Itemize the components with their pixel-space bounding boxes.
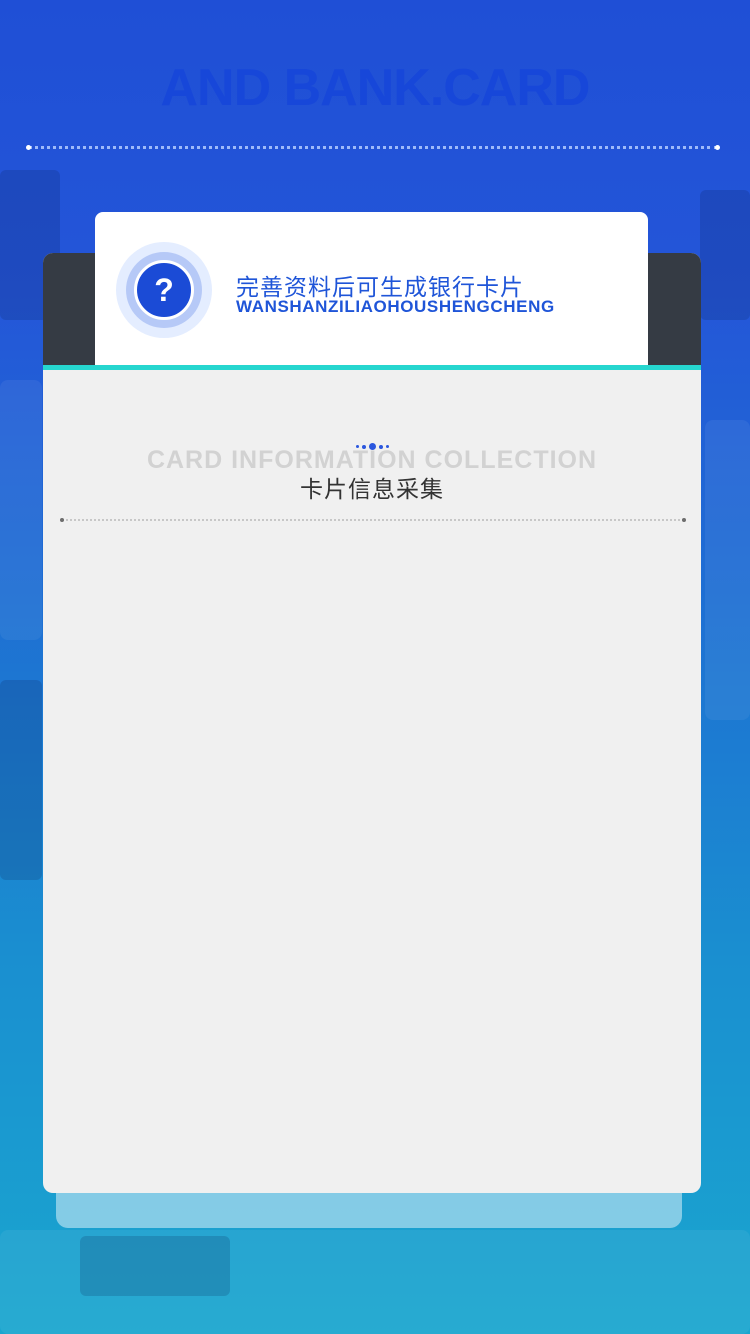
notice-panel: ? 完善资料后可生成银行卡片 WANSHANZILIAOHOUSHENGCHEN… xyxy=(95,212,648,365)
background-texture xyxy=(80,1236,230,1296)
help-icon-ring-inner: ? xyxy=(126,252,202,328)
section-title-cn: 卡片信息采集 xyxy=(300,477,444,503)
section-divider xyxy=(60,518,686,522)
question-circle-icon: ? xyxy=(134,260,194,320)
header-divider xyxy=(26,145,720,150)
background-texture xyxy=(0,380,42,640)
background-texture xyxy=(0,680,42,880)
notice-subtitle: WANSHANZILIAOHOUSHENGCHENG xyxy=(236,297,555,316)
card-accent-line xyxy=(43,365,701,370)
help-icon-ring: ? xyxy=(116,242,212,338)
section-header: CARD INFORMATION COLLECTION 卡片信息采集 xyxy=(43,433,701,503)
background-texture xyxy=(705,420,750,720)
info-card xyxy=(43,253,701,1193)
background-texture xyxy=(700,190,750,320)
page-title: AND BANK.CARD xyxy=(160,59,591,117)
